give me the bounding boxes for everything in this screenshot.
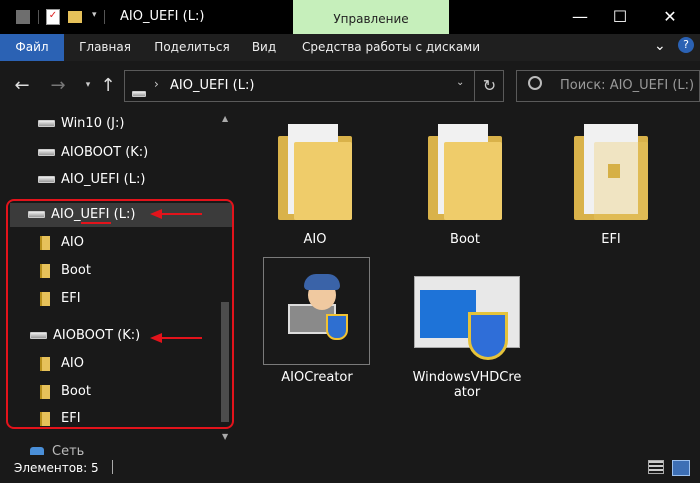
tab-home[interactable]: Главная xyxy=(70,34,140,61)
nav-item-aioboot[interactable]: AIOBOOT (K:) xyxy=(38,142,148,164)
network-icon xyxy=(30,446,44,455)
tab-file[interactable]: Файл xyxy=(0,34,64,61)
scroll-up-icon[interactable]: ▲ xyxy=(222,114,228,123)
content-item-aio[interactable] xyxy=(278,124,352,220)
scroll-down-icon[interactable]: ▼ xyxy=(222,432,228,441)
content-item-label: EFI xyxy=(601,232,621,247)
tab-view[interactable]: Вид xyxy=(244,34,284,61)
properties-icon[interactable]: ✓ xyxy=(46,9,60,25)
forward-button[interactable]: → xyxy=(46,73,70,99)
address-dropdown-icon[interactable]: ⌄ xyxy=(456,77,464,88)
help-icon[interactable]: ? xyxy=(678,37,694,53)
drive-icon xyxy=(38,149,55,156)
content-item-label: WindowsVHDCre ator xyxy=(402,370,532,400)
nav-item-aio-uefi[interactable]: AIO_UEFI (L:) xyxy=(38,169,145,191)
shield-icon xyxy=(326,314,348,340)
annotation-frame xyxy=(6,199,234,429)
drive-icon xyxy=(38,120,55,127)
qat-dropdown-icon[interactable]: ▾ xyxy=(92,10,97,20)
content-item-windowsvhdcreator[interactable] xyxy=(414,276,520,364)
tab-share[interactable]: Поделиться xyxy=(150,34,234,61)
annotation-arrow-line xyxy=(160,213,202,215)
manage-context-tab[interactable]: Управление xyxy=(293,0,449,34)
nav-item-label: AIOBOOT (K:) xyxy=(61,145,149,160)
new-folder-icon[interactable] xyxy=(68,11,82,23)
large-icons-view-icon[interactable] xyxy=(672,460,690,476)
details-view-icon[interactable] xyxy=(648,460,664,474)
nav-item-label: Win10 (J:) xyxy=(61,116,125,131)
tab-disk-tools[interactable]: Средства работы с дисками xyxy=(296,34,486,61)
annotation-arrow-line-2 xyxy=(160,337,202,339)
content-item-boot[interactable] xyxy=(428,124,502,220)
back-button[interactable]: ← xyxy=(10,73,34,99)
breadcrumb-separator-icon[interactable]: › xyxy=(154,77,159,91)
content-item-label: AIO xyxy=(303,232,327,247)
uac-shield-icon xyxy=(468,312,508,360)
content-item-aiocreator[interactable] xyxy=(263,257,370,365)
content-item-label: Boot xyxy=(450,232,480,247)
address-drive-icon xyxy=(132,83,146,102)
nav-item-network[interactable]: Сеть xyxy=(30,441,84,455)
nav-item-label: AIO_UEFI (L:) xyxy=(61,172,146,187)
maximize-button[interactable]: ☐ xyxy=(596,0,644,34)
item-count: Элементов: 5 xyxy=(14,461,99,475)
folder-front xyxy=(294,142,352,220)
title-divider xyxy=(38,10,39,24)
nav-item-win10[interactable]: Win10 (J:) xyxy=(38,113,124,135)
annotation-arrow-head xyxy=(150,209,162,219)
ribbon-collapse-icon[interactable]: ⌄ xyxy=(654,38,666,54)
search-icon xyxy=(528,76,542,90)
content-item-label-line1: WindowsVHDCre xyxy=(412,370,522,385)
app-menu-icon[interactable] xyxy=(16,10,30,24)
content-item-efi[interactable] xyxy=(574,124,648,220)
drive-icon xyxy=(38,176,55,183)
nav-item-label: Сеть xyxy=(52,444,85,455)
content-item-label-line2: ator xyxy=(453,385,481,400)
folder-front xyxy=(444,142,502,220)
annotation-arrow-head-2 xyxy=(150,333,162,343)
nav-item-network-clip: Сеть xyxy=(0,440,216,455)
mascot-hair-icon xyxy=(304,274,340,290)
status-bar xyxy=(0,455,700,483)
content-item-label: AIOCreator xyxy=(281,370,353,385)
status-divider xyxy=(112,460,113,474)
window-title: AIO_UEFI (L:) xyxy=(120,9,205,24)
folder-front xyxy=(594,142,648,220)
up-button[interactable]: ↑ xyxy=(96,73,120,99)
close-button[interactable]: ✕ xyxy=(646,0,694,34)
address-path[interactable]: AIO_UEFI (L:) xyxy=(170,78,254,93)
search-placeholder: Поиск: AIO_UEFI (L:) xyxy=(560,78,695,93)
refresh-button[interactable]: ↻ xyxy=(474,70,504,102)
title-divider-2 xyxy=(104,10,105,24)
